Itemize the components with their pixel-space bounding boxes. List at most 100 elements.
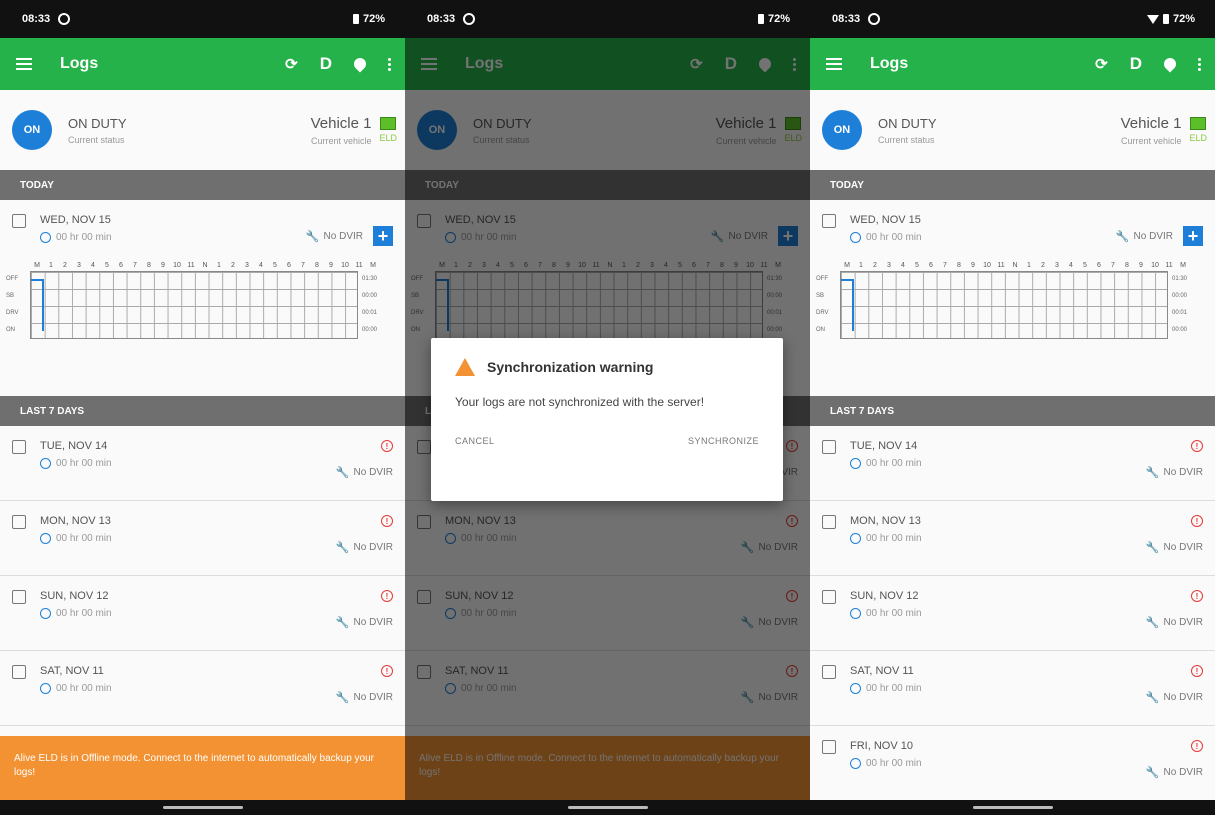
violation-alert-icon[interactable]: !: [1191, 590, 1203, 602]
section-last-7-days: LAST 7 DAYS: [810, 396, 1215, 426]
wrench-icon: 🔧: [335, 617, 350, 629]
duty-status-button[interactable]: ON: [822, 110, 862, 150]
log-row[interactable]: TUE, NOV 14 00 hr 00 min! 🔧No DVIR: [0, 426, 405, 501]
eld-connection-icon[interactable]: [380, 117, 397, 130]
more-icon[interactable]: [1198, 57, 1201, 71]
grid-hour-label: 4: [259, 262, 263, 269]
log-row-right: ! 🔧No DVIR: [1146, 515, 1203, 575]
page-title: Logs: [60, 55, 99, 72]
log-row[interactable]: SUN, NOV 12 00 hr 00 min! 🔧No DVIR: [0, 576, 405, 651]
location-icon[interactable]: [1161, 55, 1179, 73]
grid-row-total: 00:00: [362, 327, 378, 333]
log-row-text: FRI, NOV 10 00 hr 00 min: [850, 740, 922, 800]
violation-alert-icon[interactable]: !: [381, 440, 393, 452]
violation-alert-icon[interactable]: !: [1191, 665, 1203, 677]
grid-row-label: SB: [816, 293, 825, 299]
today-log[interactable]: WED, NOV 15 00 hr 00 min 🔧No DVIR + M 1 2 3…: [810, 200, 1215, 396]
vehicle-selector[interactable]: Vehicle 1 Current vehicle: [1121, 115, 1182, 146]
log-checkbox[interactable]: [12, 590, 26, 604]
log-checkbox[interactable]: [822, 515, 836, 529]
log-row-left: SAT, NOV 11 00 hr 00 min: [12, 665, 112, 725]
home-handle[interactable]: [162, 806, 243, 809]
grid-row-total: 01:30: [1172, 276, 1188, 282]
log-row[interactable]: SAT, NOV 11 00 hr 00 min! 🔧No DVIR: [810, 651, 1215, 726]
dvir-status-row: 🔧No DVIR: [336, 466, 393, 479]
vehicle-selector[interactable]: Vehicle 1 Current vehicle: [311, 115, 372, 146]
log-row[interactable]: TUE, NOV 14 00 hr 00 min! 🔧No DVIR: [810, 426, 1215, 501]
dvir-button[interactable]: D: [320, 54, 332, 74]
log-row[interactable]: FRI, NOV 10 00 hr 00 min ! 🔧 No DVIR: [810, 726, 1215, 801]
status-bar: 08:33 72%: [405, 0, 810, 38]
log-checkbox[interactable]: [822, 665, 836, 679]
log-checkbox[interactable]: [822, 590, 836, 604]
log-checkbox[interactable]: [12, 440, 26, 454]
duty-status-button[interactable]: ON: [12, 110, 52, 150]
log-row[interactable]: MON, NOV 13 00 hr 00 min! 🔧No DVIR: [810, 501, 1215, 576]
log-row[interactable]: SAT, NOV 11 00 hr 00 min ! 🔧No DVIR: [0, 651, 405, 726]
today-log[interactable]: WED, NOV 15 00 hr 00 min 🔧No DVIR + M 1 2 3…: [0, 200, 405, 396]
add-dvir-button[interactable]: +: [373, 226, 393, 246]
grid-hour-labels: M 1 2 3 4 5 6 7 8 9 10 11 N 1 2 3 4 5 6 7 8 9 10 11 M: [816, 262, 1200, 269]
log-row-left: TUE, NOV 14 00 hr 00 min: [822, 440, 922, 500]
menu-icon[interactable]: [826, 58, 842, 70]
warning-icon: [455, 358, 475, 376]
log-hours: 00 hr 00 min: [866, 758, 922, 769]
log-row-right: ! 🔧No DVIR: [1146, 740, 1203, 800]
battery-level: 72%: [362, 13, 385, 25]
grid-row-total: 00:00: [362, 293, 378, 299]
location-icon[interactable]: [351, 55, 369, 73]
log-checkbox[interactable]: [822, 740, 836, 754]
log-row-right: ! 🔧No DVIR: [336, 665, 393, 725]
home-handle[interactable]: [972, 806, 1053, 809]
cancel-button[interactable]: CANCEL: [455, 436, 495, 446]
log-row-left: FRI, NOV 10 00 hr 00 min: [822, 740, 922, 800]
log-row-right: ! 🔧No DVIR: [1146, 590, 1203, 650]
grid-row-total: 00:01: [1172, 310, 1188, 316]
grid-row-label: ON: [816, 327, 825, 333]
violation-alert-icon[interactable]: !: [381, 515, 393, 527]
grid-hour-label: 1: [49, 262, 53, 269]
duty-status-caption: Current status: [68, 134, 125, 145]
duty-status-panel: ON ON DUTY Current status Vehicle 1 Curr…: [810, 90, 1215, 170]
vehicle-caption: Current vehicle: [310, 135, 372, 146]
log-row[interactable]: MON, NOV 13 00 hr 00 min! 🔧No DVIR: [0, 501, 405, 576]
violation-alert-icon[interactable]: !: [381, 665, 393, 677]
log-checkbox[interactable]: [12, 214, 26, 228]
dvir-status: No DVIR: [353, 542, 393, 553]
grid-hour-label: 3: [887, 262, 891, 269]
log-row[interactable]: SUN, NOV 12 00 hr 00 min! 🔧No DVIR: [810, 576, 1215, 651]
grid-hour-label: 11: [1165, 262, 1173, 269]
violation-alert-icon[interactable]: !: [1191, 515, 1203, 527]
menu-icon[interactable]: [16, 58, 32, 70]
grid-hour-label: 1: [1027, 262, 1031, 269]
dvir-status: No DVIR: [1163, 767, 1203, 778]
home-handle[interactable]: [567, 806, 648, 809]
grid-hour-label: 6: [929, 262, 933, 269]
duty-graph: [30, 271, 358, 339]
log-checkbox[interactable]: [822, 440, 836, 454]
sync-warning-dialog: Synchronization warning Your logs are no…: [431, 338, 783, 501]
synchronize-button[interactable]: SYNCHRONIZE: [688, 436, 759, 446]
grid-hour-label: 3: [245, 262, 249, 269]
section-last-7-days: LAST 7 DAYS: [0, 396, 405, 426]
eld-connection-icon[interactable]: [1190, 117, 1207, 130]
more-icon[interactable]: [388, 57, 391, 71]
violation-alert-icon[interactable]: !: [1191, 740, 1203, 752]
log-checkbox[interactable]: [822, 214, 836, 228]
grid-hour-label: 8: [957, 262, 961, 269]
battery-level: 72%: [1172, 13, 1195, 25]
log-day: TUE, NOV 14: [40, 440, 108, 452]
dvir-button[interactable]: D: [1130, 54, 1142, 74]
log-checkbox[interactable]: [12, 515, 26, 529]
add-dvir-button[interactable]: +: [1183, 226, 1203, 246]
grid-hour-label: 9: [329, 262, 333, 269]
page-title: Logs: [870, 55, 909, 72]
log-checkbox[interactable]: [12, 665, 26, 679]
log-hours: 00 hr 00 min: [866, 683, 922, 694]
violation-alert-icon[interactable]: !: [1191, 440, 1203, 452]
duty-status-label: ON DUTY: [878, 115, 937, 131]
log-hours: 00 hr 00 min: [866, 608, 922, 619]
violation-alert-icon[interactable]: !: [381, 590, 393, 602]
sync-icon[interactable]: ⟳: [285, 55, 298, 73]
sync-icon[interactable]: ⟳: [1095, 55, 1108, 73]
